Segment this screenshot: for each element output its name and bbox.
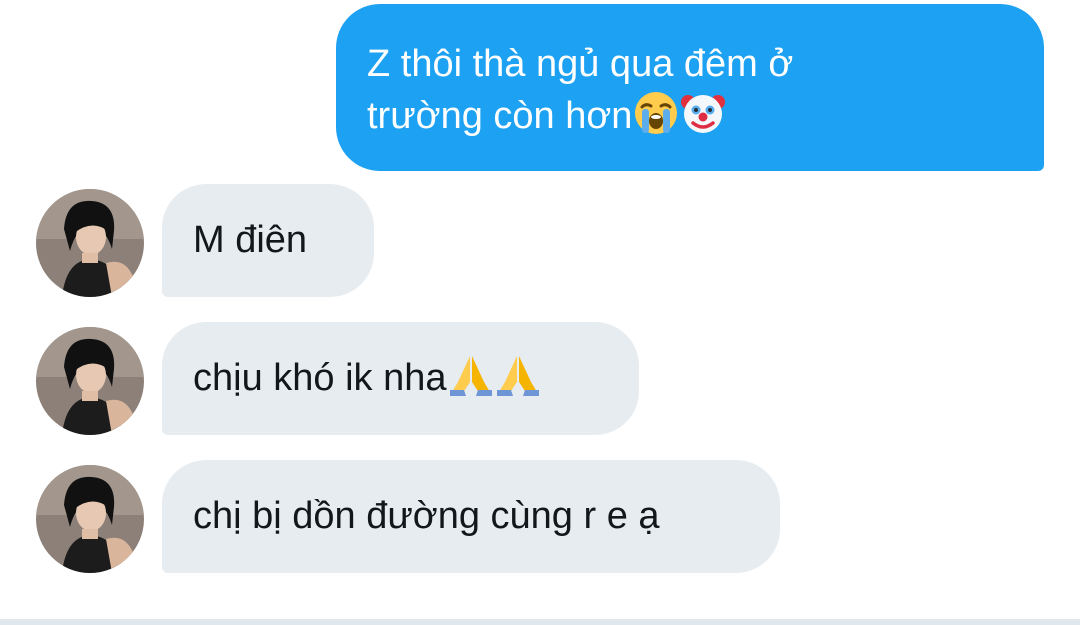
loudly-crying-face-icon xyxy=(633,90,679,136)
folded-hands-icon xyxy=(448,330,494,396)
clown-face-icon xyxy=(680,90,726,136)
message-text: chị bị dồn đường cùng r e ạ xyxy=(193,495,660,537)
chat-thread: Z thôi thà ngủ qua đêm ở trường còn hơn xyxy=(0,0,1080,625)
avatar[interactable] xyxy=(36,327,144,435)
message-text: chịu khó ik nha xyxy=(193,357,447,399)
incoming-message-bubble[interactable]: M điên xyxy=(162,184,374,297)
avatar[interactable] xyxy=(36,465,144,573)
folded-hands-icon xyxy=(495,330,541,396)
outgoing-message-bubble[interactable]: Z thôi thà ngủ qua đêm ở trường còn hơn xyxy=(336,4,1044,171)
divider xyxy=(0,619,1080,625)
incoming-message-bubble[interactable]: chị bị dồn đường cùng r e ạ xyxy=(162,460,780,573)
message-text: M điên xyxy=(193,219,308,261)
message-text: Z thôi thà ngủ qua đêm ở trường còn hơn xyxy=(367,43,794,137)
incoming-message-bubble[interactable]: chịu khó ik nha xyxy=(162,322,639,435)
avatar[interactable] xyxy=(36,189,144,297)
